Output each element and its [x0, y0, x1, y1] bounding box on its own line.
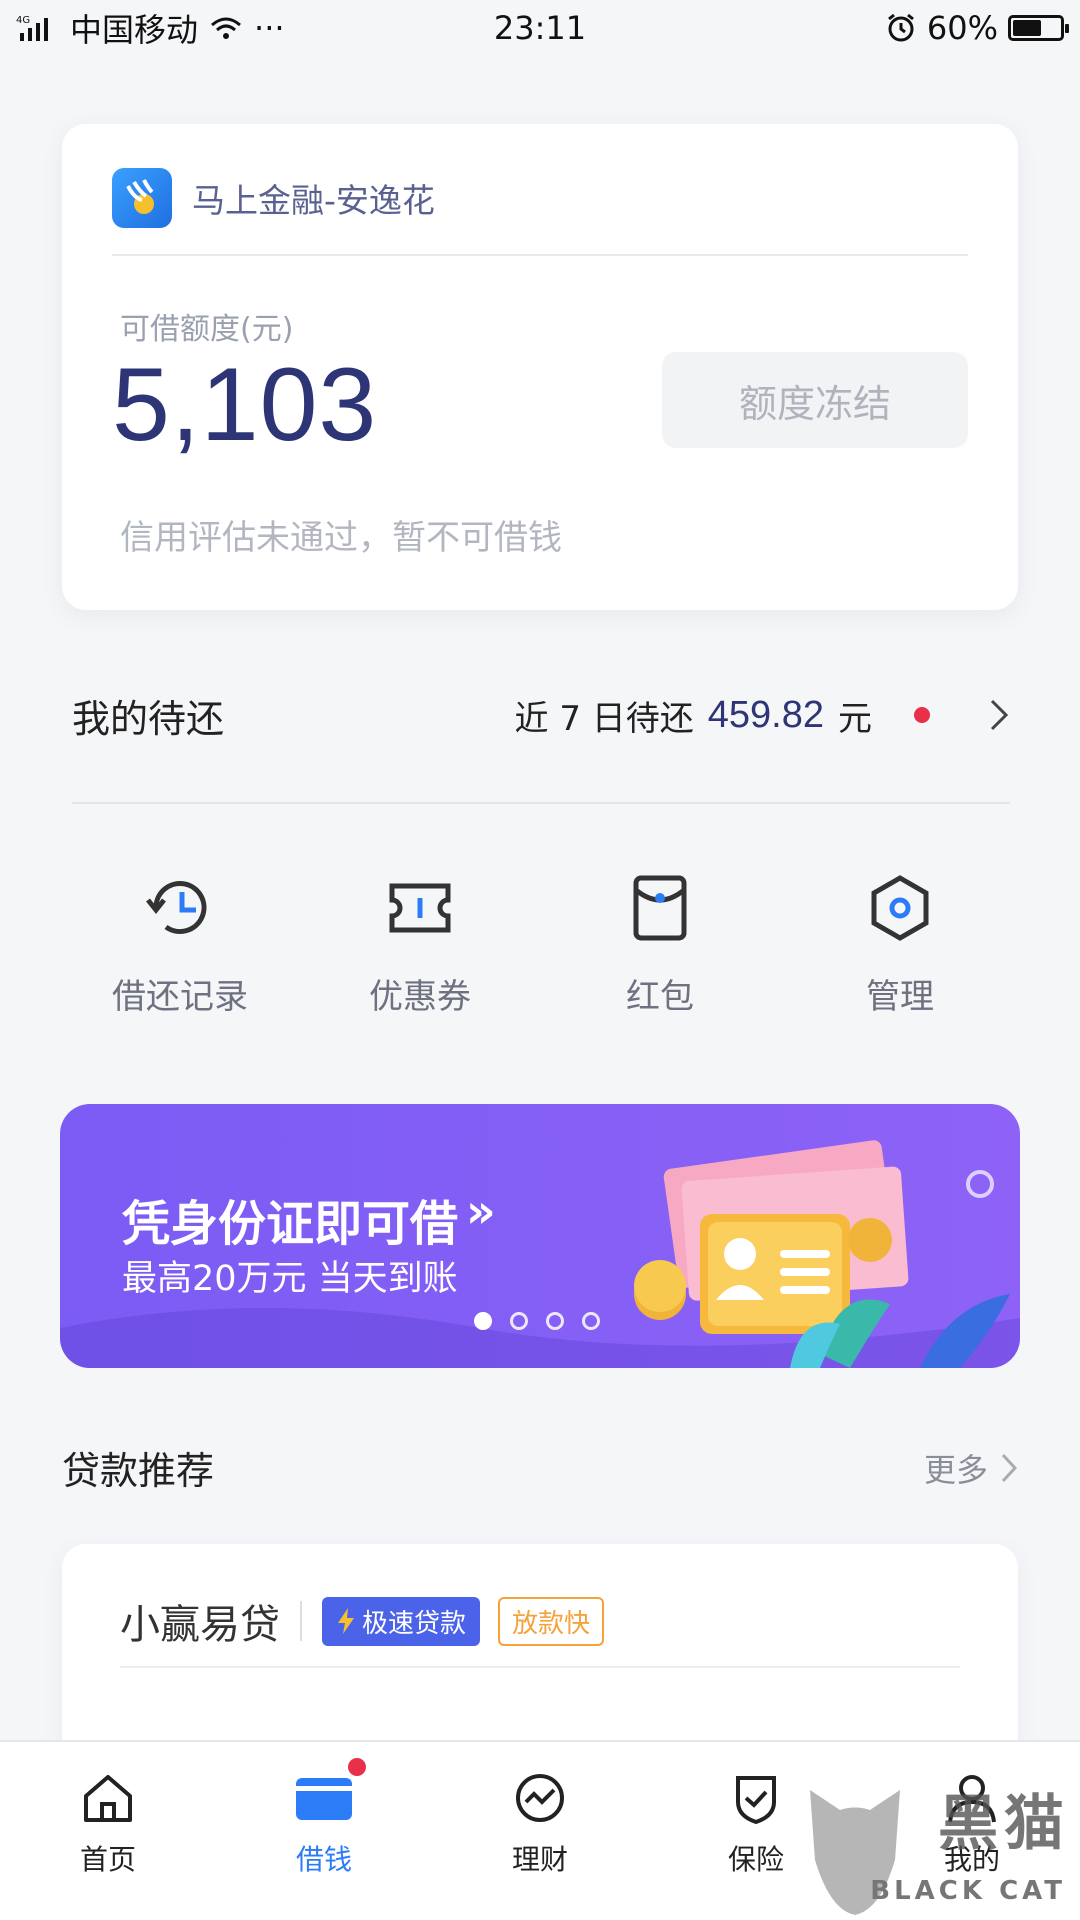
credit-frozen-button[interactable]: 额度冻结: [662, 352, 968, 448]
banner-dot[interactable]: [510, 1312, 528, 1330]
more-link[interactable]: 更多: [924, 1445, 1018, 1491]
repayment-summary: 近 7 日待还 459.82 元: [515, 691, 1010, 740]
quick-action-label: 借还记录: [112, 977, 248, 1017]
quick-action-coupon[interactable]: 优惠券: [300, 868, 540, 1018]
battery-icon: [1008, 15, 1069, 41]
credit-label: 可借额度(元): [120, 312, 294, 347]
tab-label: 理财: [511, 1843, 568, 1876]
quick-action-label: 红包: [626, 977, 694, 1017]
loan-name: 小赢易贷: [120, 1602, 280, 1648]
tab-label: 首页: [79, 1843, 136, 1876]
notification-dot: [914, 707, 930, 723]
card-header: 马上金融-安逸花: [112, 168, 435, 228]
tab-borrow[interactable]: 借钱: [244, 1758, 404, 1920]
repayment-prefix: 近 7 日待还: [514, 698, 694, 739]
status-left: 4G 中国移动 ···: [16, 5, 285, 51]
banner-subtitle: 最高20万元 当天到账: [122, 1259, 458, 1299]
wifi-icon: [211, 17, 241, 39]
notification-dot: [348, 1758, 366, 1776]
banner-pagination: [474, 1312, 600, 1330]
signal-icon: 4G: [16, 15, 48, 41]
repayment-title: 我的待还: [72, 696, 225, 741]
section-divider: [72, 802, 1010, 804]
tag-quick-payout: 放款快: [498, 1596, 605, 1646]
app-logo-icon: [112, 168, 172, 228]
shield-icon: [736, 1776, 776, 1824]
card-divider: [112, 254, 968, 256]
banner-dot[interactable]: [582, 1312, 600, 1330]
loan-section-header: 贷款推荐 更多: [62, 1440, 1018, 1495]
more-label: 更多: [923, 1450, 988, 1489]
credit-card: 马上金融-安逸花 可借额度(元) 5,103 额度冻结 信用评估未通过，暂不可借…: [62, 124, 1018, 610]
red-packet-icon: [620, 868, 700, 947]
banner-arrows-icon: »: [466, 1184, 496, 1238]
battery-percent: 60%: [926, 9, 998, 47]
lightning-icon: [338, 1608, 354, 1634]
network-label: 4G: [16, 15, 30, 26]
chevron-right-icon: [988, 697, 1010, 733]
watermark: 黑猫 BLACK CAT: [800, 1760, 1080, 1920]
id-card-illustration: [634, 1140, 1010, 1368]
quick-action-history[interactable]: 借还记录: [60, 868, 300, 1018]
status-bar: 4G 中国移动 ··· 23:11 60%: [0, 0, 1080, 56]
loan-separator: [300, 1601, 302, 1641]
repayment-unit: 元: [838, 698, 872, 739]
tag-fast-label: 极速贷款: [362, 1608, 467, 1639]
card-icon: [296, 1778, 352, 1820]
watermark-text: 黑猫: [938, 1789, 1070, 1859]
alarm-icon: [887, 13, 914, 42]
repayment-row[interactable]: 我的待还 近 7 日待还 459.82 元: [72, 660, 1010, 770]
more-dots-icon: ···: [254, 9, 285, 47]
quick-action-label: 优惠券: [369, 977, 471, 1017]
chevron-right-icon: [1001, 1453, 1018, 1482]
repayment-amount: 459.82: [707, 693, 824, 736]
status-right: 60%: [885, 9, 1069, 47]
quick-action-red-packet[interactable]: 红包: [540, 868, 780, 1018]
tab-home[interactable]: 首页: [28, 1772, 188, 1920]
section-title: 贷款推荐: [62, 1449, 215, 1493]
tab-label: 保险: [727, 1843, 784, 1876]
banner-dot[interactable]: [474, 1312, 492, 1330]
banner-title: 凭身份证即可借: [122, 1196, 459, 1252]
carrier-name: 中国移动: [70, 11, 199, 49]
watermark-sub: BLACK CAT: [870, 1876, 1066, 1906]
app-name: 马上金融-安逸花: [192, 181, 435, 220]
credit-amount: 5,103: [112, 347, 378, 463]
chart-icon: [516, 1774, 564, 1822]
coupon-icon: [380, 868, 460, 947]
loan-divider: [120, 1666, 960, 1668]
tab-wealth[interactable]: 理财: [460, 1772, 620, 1920]
promo-banner[interactable]: 凭身份证即可借 » 最高20万元 当天到账: [60, 1104, 1020, 1368]
banner-dot[interactable]: [546, 1312, 564, 1330]
loan-header: 小赢易贷 极速贷款 放款快: [120, 1592, 605, 1650]
quick-actions: 借还记录 优惠券 红包 管理: [60, 868, 1020, 1018]
battery-fill: [1013, 20, 1041, 36]
home-icon: [84, 1775, 132, 1822]
settings-hexagon-icon: [860, 868, 940, 947]
quick-action-manage[interactable]: 管理: [780, 868, 1020, 1018]
history-icon: [140, 868, 220, 947]
tag-fast-loan: 极速贷款: [322, 1596, 481, 1646]
credit-note: 信用评估未通过，暂不可借钱: [120, 518, 562, 558]
tab-label: 借钱: [295, 1843, 352, 1876]
quick-action-label: 管理: [866, 977, 934, 1017]
